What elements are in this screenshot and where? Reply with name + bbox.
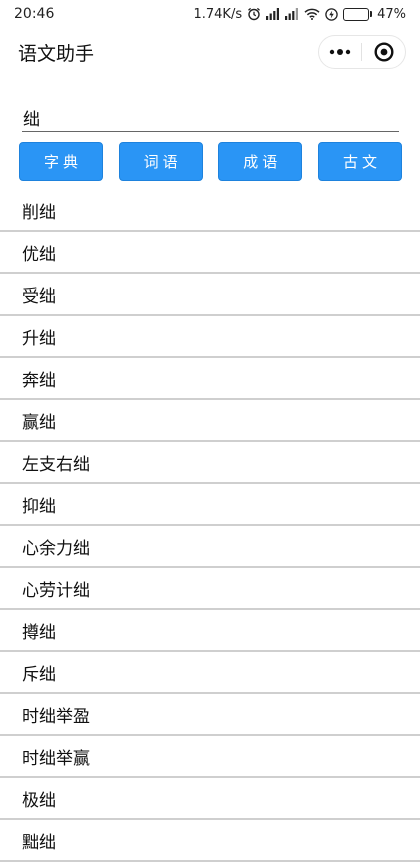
list-item[interactable]: 赢绌 [0,400,420,442]
status-bar: 20:46 1.74K/s 47% [0,0,420,28]
nav-bar: 语文助手 [0,28,420,76]
alarm-icon [247,7,261,21]
dictionary-button[interactable]: 字典 [19,142,103,181]
category-buttons: 字典 词语 成语 古文 [19,142,402,181]
battery-icon [343,7,373,21]
list-item[interactable]: 奔绌 [0,358,420,400]
words-button[interactable]: 词语 [118,142,203,181]
wifi-icon [304,8,320,20]
signal-icon [266,8,280,20]
mini-program-capsule [318,35,406,69]
list-item[interactable]: 黜绌 [0,820,420,862]
list-item[interactable]: 心劳计绌 [0,568,420,610]
page-title: 语文助手 [18,42,95,65]
list-item[interactable]: 受绌 [0,274,420,316]
list-item[interactable]: 撙绌 [0,610,420,652]
list-item[interactable]: 极绌 [0,778,420,820]
capsule-divider [361,43,363,61]
idioms-button[interactable]: 成语 [218,142,303,181]
status-indicators: 1.74K/s 47% [193,7,406,22]
more-dots-icon[interactable] [320,36,360,68]
status-time: 20:46 [14,6,55,22]
close-circle-icon[interactable] [364,36,404,68]
charging-icon [325,7,338,21]
list-item[interactable]: 左支右绌 [0,442,420,484]
list-item[interactable]: 升绌 [0,316,420,358]
search-field-wrap [22,104,399,132]
list-item[interactable]: 斥绌 [0,652,420,694]
list-item[interactable]: 抑绌 [0,484,420,526]
signal-icon-2 [285,8,299,20]
list-item[interactable]: 优绌 [0,232,420,274]
search-input[interactable] [22,104,399,130]
list-item[interactable]: 削绌 [0,190,420,232]
list-item[interactable]: 心余力绌 [0,526,420,568]
network-speed: 1.74K/s [193,6,243,22]
result-list: 削绌 优绌 受绌 升绌 奔绌 赢绌 左支右绌 抑绌 心余力绌 心劳计绌 撙绌 斥… [0,190,420,862]
list-item[interactable]: 时绌举赢 [0,736,420,778]
battery-percent: 47% [377,6,406,22]
list-item[interactable]: 时绌举盈 [0,694,420,736]
classical-text-button[interactable]: 古文 [317,142,402,181]
